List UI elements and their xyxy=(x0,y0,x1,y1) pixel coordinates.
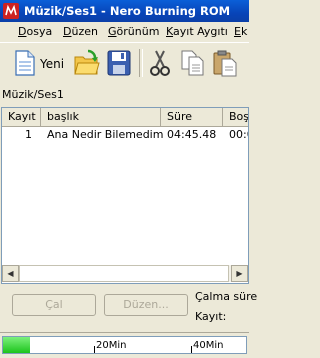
menu-extras[interactable]: Ek xyxy=(234,25,247,38)
new-button[interactable]: Yeni xyxy=(14,49,66,77)
paste-button[interactable] xyxy=(212,49,238,77)
copy-icon xyxy=(181,50,204,76)
column-header-duration[interactable]: Süre xyxy=(161,108,223,126)
scroll-right-button[interactable]: ▶ xyxy=(231,265,248,282)
track-list[interactable]: Kayıt başlık Süre Boş 1 Ana Nedir Bileme… xyxy=(1,107,249,284)
open-button[interactable] xyxy=(74,49,100,77)
menu-view[interactable]: Görünüm xyxy=(108,25,159,38)
current-track-label: Kayıt: xyxy=(195,310,227,323)
new-button-label: Yeni xyxy=(40,57,65,71)
menu-file[interactable]: Dosya xyxy=(18,25,52,38)
menu-bar: Dosya Düzen Görünüm Kayıt Aygıtı Ek xyxy=(0,22,249,41)
track-list-header: Kayıt başlık Süre Boş xyxy=(2,108,248,127)
copy-button[interactable] xyxy=(180,49,206,77)
window-title: Müzik/Ses1 - Nero Burning ROM xyxy=(24,4,231,18)
capacity-mark-20: 20Min xyxy=(96,340,127,351)
save-button[interactable] xyxy=(106,49,132,77)
toolbar-separator xyxy=(139,49,143,77)
menu-recorder[interactable]: Kayıt Aygıtı xyxy=(166,25,228,38)
capacity-tick xyxy=(191,346,192,353)
capacity-meter: 20Min 40Min xyxy=(2,336,247,354)
horizontal-scrollbar[interactable]: ◀ ▶ xyxy=(2,265,248,282)
toolbar: Yeni xyxy=(0,42,249,83)
menu-edit[interactable]: Düzen xyxy=(63,25,98,38)
play-button[interactable]: Çal xyxy=(12,294,96,316)
status-bar: 20Min 40Min xyxy=(0,332,249,358)
cut-icon xyxy=(150,50,170,76)
scroll-left-button[interactable]: ◀ xyxy=(2,265,19,282)
capacity-tick xyxy=(94,346,95,353)
save-icon xyxy=(107,50,131,76)
nero-app-icon xyxy=(3,3,19,19)
track-duration: 04:45.48 xyxy=(167,128,217,141)
track-number: 1 xyxy=(25,128,32,141)
track-row[interactable]: 1 Ana Nedir Bilemedim 04:45.48 00:0 xyxy=(2,127,248,143)
edit-button[interactable]: Düzen... xyxy=(104,294,188,316)
play-time-label: Çalma süre xyxy=(195,290,258,303)
compilation-path-label: Müzik/Ses1 xyxy=(2,88,64,101)
new-icon xyxy=(15,50,35,76)
open-folder-icon xyxy=(74,49,100,75)
track-pause: 00:0 xyxy=(229,128,248,141)
scrollbar-thumb[interactable] xyxy=(19,265,229,282)
paste-icon xyxy=(213,50,237,77)
capacity-meter-fill xyxy=(3,337,30,353)
column-header-track[interactable]: Kayıt xyxy=(2,108,41,126)
column-header-pause[interactable]: Boş xyxy=(223,108,248,126)
column-header-title[interactable]: başlık xyxy=(41,108,161,126)
cut-button[interactable] xyxy=(148,49,172,77)
track-title: Ana Nedir Bilemedim xyxy=(47,128,164,141)
title-bar: Müzik/Ses1 - Nero Burning ROM xyxy=(0,0,249,22)
capacity-mark-40: 40Min xyxy=(193,340,224,351)
